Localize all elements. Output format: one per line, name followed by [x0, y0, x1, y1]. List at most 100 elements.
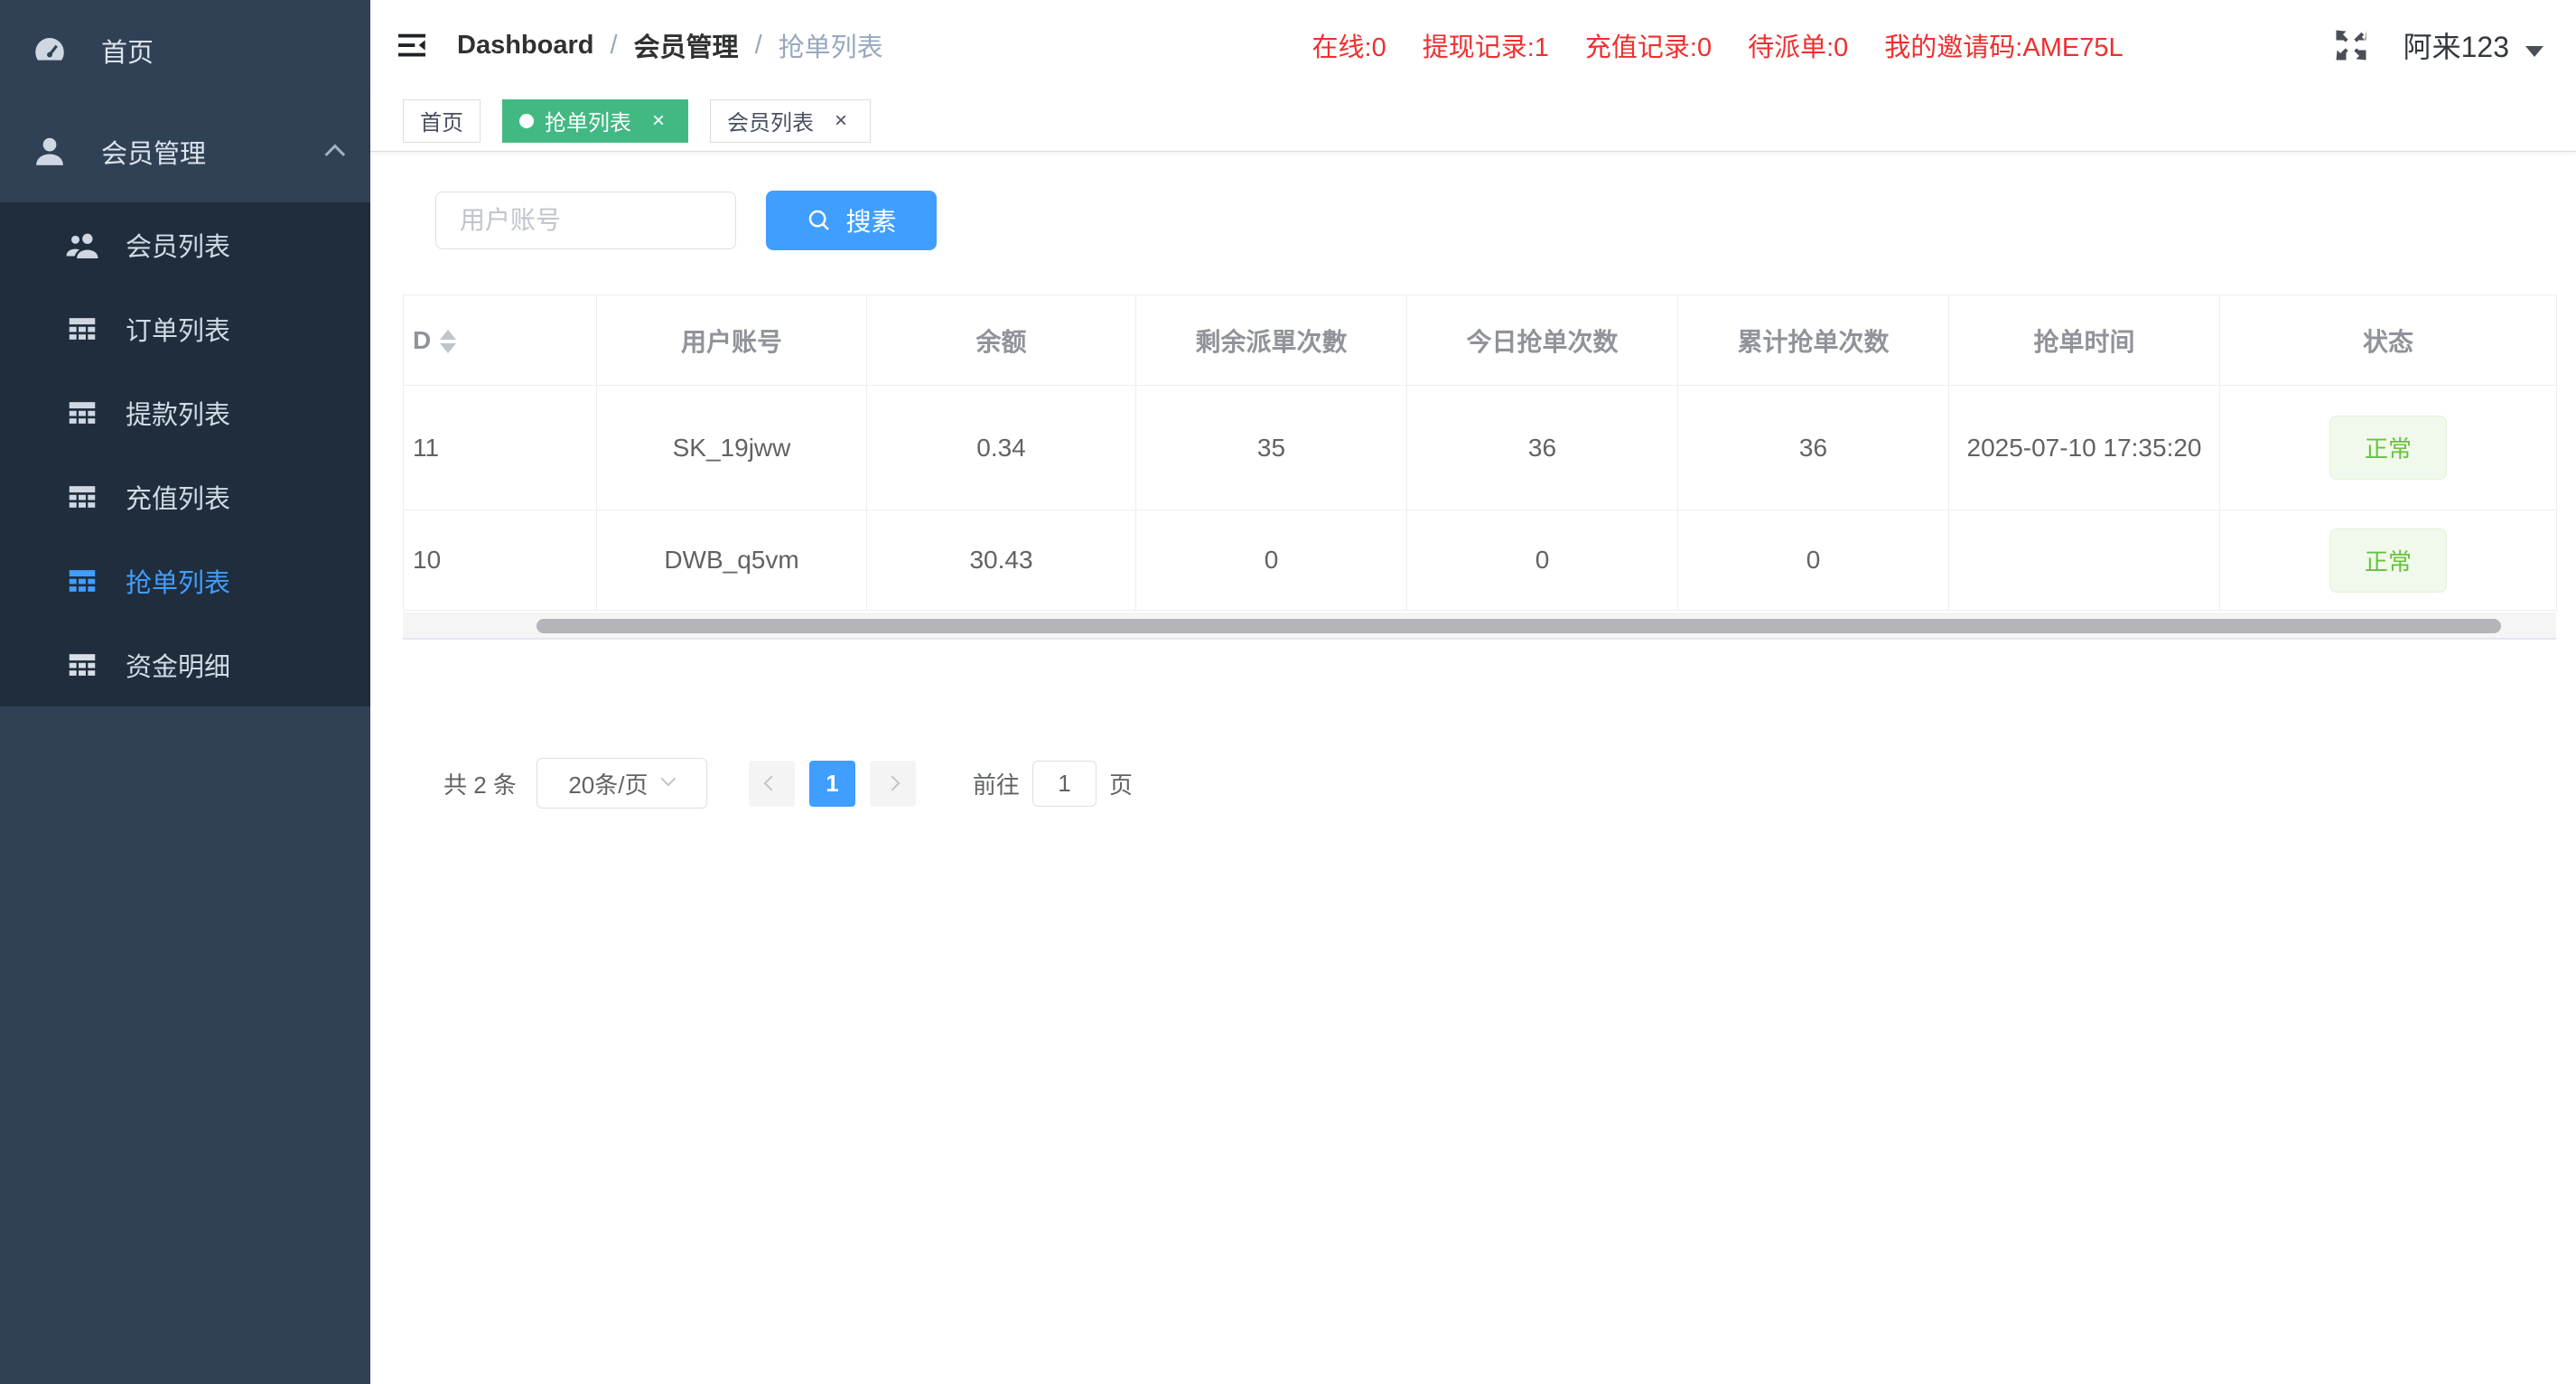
search-button[interactable]: 搜素 [766, 191, 937, 250]
table-icon [64, 564, 100, 598]
sidebar-item-funds-detail[interactable]: 资金明细 [0, 622, 370, 706]
goto-page-input[interactable] [1032, 761, 1097, 807]
user-icon [29, 133, 70, 171]
page-number-1[interactable]: 1 [809, 761, 855, 807]
navbar: Dashboard / 会员管理 / 抢单列表 在线:0 提现记录:1 充值记录… [370, 0, 2576, 90]
people-icon [64, 227, 100, 263]
cell-today: 0 [1407, 510, 1678, 611]
sidebar-item-label: 抢单列表 [126, 562, 230, 600]
tags-bar: 首页 抢单列表 会员列表 [370, 90, 2576, 152]
sidebar: 首页 会员管理 [0, 0, 370, 1384]
tag-label: 抢单列表 [545, 105, 631, 136]
cell-status: 正常 [2220, 510, 2557, 611]
sidebar-item-label: 会员列表 [126, 226, 230, 264]
cell-balance: 30.43 [867, 510, 1136, 611]
sidebar-item-member-list[interactable]: 会员列表 [0, 202, 370, 286]
sidebar-item-label: 提款列表 [126, 394, 230, 432]
table-icon [64, 480, 100, 514]
app-root: 首页 会员管理 [0, 0, 2576, 1384]
cell-grab-time [1949, 510, 2220, 611]
dashboard-icon [29, 32, 70, 70]
cell-balance: 0.34 [867, 386, 1136, 510]
breadcrumb-member-mgmt[interactable]: 会员管理 [634, 26, 739, 64]
stat-online: 在线:0 [1312, 26, 1386, 64]
sidebar-item-label: 订单列表 [126, 310, 230, 348]
close-icon[interactable] [828, 108, 854, 134]
column-header-today-grabs: 今日抢单次数 [1407, 295, 1678, 386]
search-input[interactable] [435, 192, 736, 249]
main-area: Dashboard / 会员管理 / 抢单列表 在线:0 提现记录:1 充值记录… [370, 0, 2576, 1384]
status-badge: 正常 [2329, 528, 2447, 593]
content: 搜素 D 用户账号 余额 [370, 152, 2576, 1384]
column-header-id[interactable]: D [404, 295, 597, 386]
close-icon[interactable] [646, 108, 671, 134]
sidebar-item-home[interactable]: 首页 [0, 0, 370, 101]
user-dropdown[interactable]: 阿来123 [2403, 24, 2543, 66]
sidebar-item-label: 充值列表 [126, 478, 230, 516]
tag-home[interactable]: 首页 [403, 99, 481, 143]
table-icon [64, 312, 100, 346]
search-button-label: 搜素 [845, 202, 896, 238]
prev-page-button[interactable] [749, 761, 795, 807]
pagination: 共 2 条 20条/页 1 前往 页 [443, 758, 2576, 809]
sidebar-group-member-mgmt[interactable]: 会员管理 [0, 101, 370, 202]
column-header-grab-time: 抢单时间 [1949, 295, 2220, 386]
scrollbar-thumb[interactable] [537, 619, 2501, 633]
pagination-total: 共 2 条 [443, 767, 517, 800]
column-header-remaining-dispatch: 剩余派單次數 [1136, 295, 1407, 386]
page-unit-label: 页 [1109, 767, 1133, 800]
cell-remaining: 0 [1136, 510, 1407, 611]
tag-member-list[interactable]: 会员列表 [710, 99, 871, 143]
navbar-right: 在线:0 提现记录:1 充值记录:0 待派单:0 我的邀请码:AME75L [1276, 24, 2543, 66]
breadcrumb-current: 抢单列表 [779, 26, 883, 64]
fullscreen-icon[interactable] [2331, 25, 2371, 65]
sidebar-item-label: 资金明细 [126, 646, 230, 684]
cell-status: 正常 [2220, 386, 2557, 510]
status-badge: 正常 [2329, 416, 2447, 480]
sidebar-item-withdraw-list[interactable]: 提款列表 [0, 370, 370, 454]
cell-id: 10 [404, 510, 597, 611]
page-size-value: 20条/页 [568, 767, 648, 800]
username: 阿来123 [2403, 24, 2509, 66]
breadcrumb-dashboard[interactable]: Dashboard [457, 31, 593, 61]
horizontal-scrollbar[interactable] [403, 613, 2556, 640]
sidebar-submenu: 会员列表 订单列表 [0, 202, 370, 706]
stat-recharge-records: 充值记录:0 [1585, 26, 1712, 64]
caret-down-icon [2525, 46, 2543, 57]
next-page-button[interactable] [870, 761, 916, 807]
active-dot-icon [519, 114, 534, 128]
column-header-balance: 余额 [867, 295, 1136, 386]
chevron-right-icon [885, 776, 901, 791]
data-table: D 用户账号 余额 剩余派單次數 今日抢单次数 累计抢单次数 抢单时间 状态 [403, 295, 2556, 640]
tag-grab-order-list[interactable]: 抢单列表 [502, 99, 688, 143]
tag-label: 会员列表 [727, 105, 814, 136]
table-row[interactable]: 10 DWB_q5vm 30.43 0 0 0 正常 [404, 510, 2557, 611]
table-header-row: D 用户账号 余额 剩余派單次數 今日抢单次数 累计抢单次数 抢单时间 状态 [404, 295, 2557, 386]
column-header-status: 状态 [2220, 295, 2557, 386]
page-size-select[interactable]: 20条/页 [537, 758, 707, 809]
sidebar-group-label: 会员管理 [101, 133, 206, 171]
table-row[interactable]: 11 SK_19jww 0.34 35 36 36 2025-07-10 17:… [404, 386, 2557, 510]
stat-invite-code: 我的邀请码:AME75L [1884, 26, 2123, 64]
stat-withdraw-records: 提现记录:1 [1423, 26, 1549, 64]
cell-id: 11 [404, 386, 597, 510]
cell-total: 0 [1678, 510, 1949, 611]
tag-label: 首页 [420, 105, 463, 136]
cell-today: 36 [1407, 386, 1678, 510]
cell-account: DWB_q5vm [597, 510, 867, 611]
cell-total: 36 [1678, 386, 1949, 510]
breadcrumb-separator: / [610, 31, 617, 61]
stat-pending-dispatch: 待派单:0 [1748, 26, 1848, 64]
sidebar-item-recharge-list[interactable]: 充值列表 [0, 454, 370, 538]
cell-account: SK_19jww [597, 386, 867, 510]
sidebar-item-order-list[interactable]: 订单列表 [0, 286, 370, 370]
sort-icon[interactable] [440, 330, 456, 353]
column-header-total-grabs: 累计抢单次数 [1678, 295, 1949, 386]
table-icon [64, 396, 100, 430]
sidebar-item-label: 首页 [101, 32, 154, 70]
chevron-left-icon [764, 776, 779, 791]
sidebar-item-grab-order-list[interactable]: 抢单列表 [0, 538, 370, 622]
search-row: 搜素 [435, 191, 2576, 250]
hamburger-icon[interactable] [370, 0, 457, 90]
chevron-up-icon [325, 145, 346, 165]
